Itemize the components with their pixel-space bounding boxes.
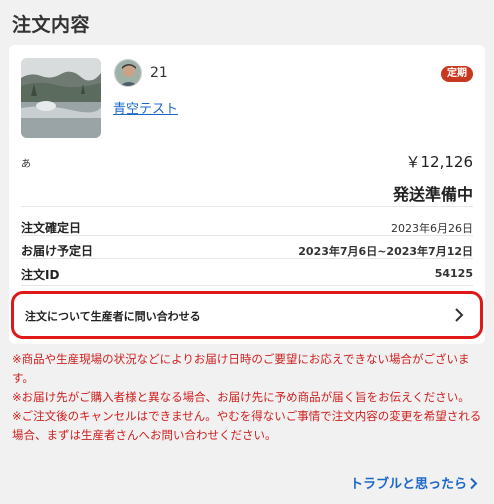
note-text: ※お届け先がご購入者様と異なる場合、お届け先に予め商品が届く旨をお伝えください。 xyxy=(12,390,470,404)
shipping-status: 発送準備中 xyxy=(392,185,473,204)
order-date-label: 注文確定日 xyxy=(21,221,82,235)
product-name-link[interactable]: 青空テスト xyxy=(113,98,178,117)
divider xyxy=(21,235,473,236)
order-id-value: 54125 xyxy=(434,267,473,280)
order-price: ￥12,126 xyxy=(405,153,474,171)
producer-avatar[interactable] xyxy=(114,59,142,87)
note-text: ※ご注文後のキャンセルはできません。やむを得ないご事情で注文内容の変更を希望され… xyxy=(12,409,482,442)
product-thumbnail[interactable] xyxy=(21,58,101,138)
divider xyxy=(21,206,473,207)
delivery-date-label: お届け予定日 xyxy=(21,244,94,258)
producer-count: 21 xyxy=(150,65,168,81)
product-variant: あ xyxy=(21,159,31,170)
trouble-link-label: トラブルと思ったら xyxy=(349,477,467,492)
order-id-label: 注文ID xyxy=(21,268,60,282)
contact-producer-label: 注文について生産者に問い合わせる xyxy=(25,310,201,323)
subscription-badge: 定期 xyxy=(441,66,473,82)
chevron-right-icon xyxy=(455,308,464,322)
contact-producer-button[interactable]: 注文について生産者に問い合わせる xyxy=(11,291,483,339)
delivery-date-value: 2023年7月6日~2023年7月12日 xyxy=(298,245,473,258)
trouble-link[interactable]: トラブルと思ったら xyxy=(350,473,478,492)
chevron-right-icon xyxy=(470,477,478,490)
divider xyxy=(21,285,473,286)
page-title: 注文内容 xyxy=(12,14,91,36)
divider xyxy=(21,258,473,259)
note-text: ※商品や生産現場の状況などによりお届け日時のご要望にお応えできない場合がございま… xyxy=(12,352,470,385)
order-date-value: 2023年6月26日 xyxy=(391,222,473,235)
order-notes: ※商品や生産現場の状況などによりお届け日時のご要望にお応えできない場合がございま… xyxy=(12,350,484,445)
